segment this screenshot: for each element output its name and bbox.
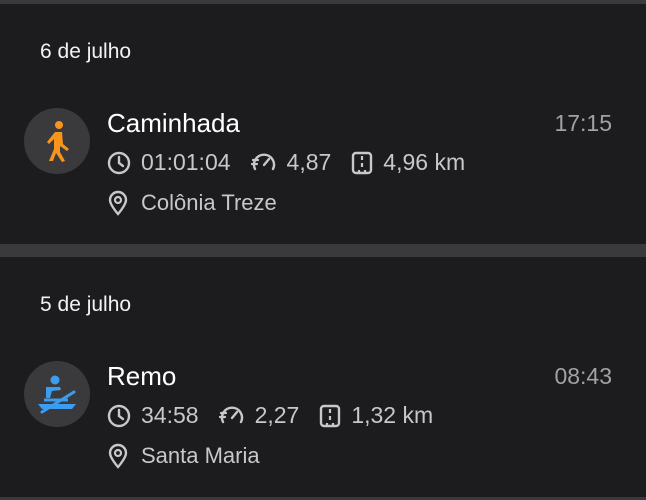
activity-location: Colônia Treze — [107, 190, 277, 216]
activity-avatar — [24, 108, 90, 174]
activity-title: Caminhada — [107, 108, 240, 138]
walking-icon — [47, 121, 69, 162]
speedometer-icon — [250, 152, 275, 170]
rowing-icon — [38, 375, 76, 414]
duration-value: 34:58 — [141, 402, 199, 428]
duration-value: 01:01:04 — [141, 149, 231, 175]
speedometer-icon — [218, 405, 243, 423]
road-icon — [320, 404, 341, 427]
distance-stat: 1,32 km — [319, 402, 433, 429]
pace-stat: 4,87 — [250, 149, 332, 176]
clock-icon — [107, 404, 131, 427]
location-label: Colônia Treze — [141, 190, 277, 215]
activity-stats: 34:58 2,27 1,32 km — [107, 402, 453, 429]
road-icon — [352, 151, 373, 174]
clock-icon — [107, 151, 131, 174]
distance-value: 1,32 km — [351, 402, 434, 428]
pace-stat: 2,27 — [218, 402, 300, 429]
activity-stats: 01:01:04 4,87 4,96 km — [107, 149, 485, 176]
activity-time: 08:43 — [554, 363, 612, 389]
distance-value: 4,96 km — [383, 149, 466, 175]
activity-location: Santa Maria — [107, 443, 260, 469]
location-pin-icon — [108, 443, 128, 469]
activity-date: 6 de julho — [40, 40, 132, 63]
distance-stat: 4,96 km — [351, 149, 465, 176]
duration-stat: 01:01:04 — [107, 149, 231, 176]
activity-card-walking[interactable]: 6 de julho Caminhada 17:15 01:01:04 4,87 — [0, 4, 646, 244]
activity-card-rowing[interactable]: 5 de julho Remo 08:43 34:58 2,27 1,32 km… — [0, 257, 646, 497]
pace-value: 2,27 — [254, 402, 300, 428]
pace-value: 4,87 — [286, 149, 332, 175]
duration-stat: 34:58 — [107, 402, 199, 429]
location-pin-icon — [108, 190, 128, 216]
activity-title: Remo — [107, 361, 177, 391]
activity-time: 17:15 — [554, 110, 612, 136]
activity-date: 5 de julho — [40, 293, 132, 316]
activity-avatar — [24, 361, 90, 427]
location-label: Santa Maria — [141, 443, 260, 468]
